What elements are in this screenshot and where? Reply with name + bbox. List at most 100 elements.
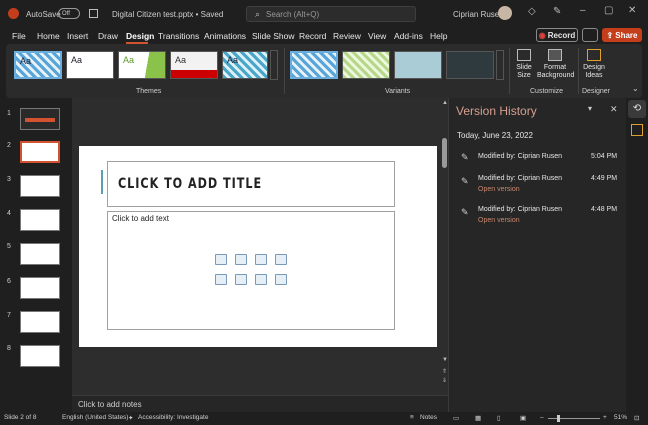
- insert-stock-image-icon[interactable]: [235, 274, 247, 285]
- open-version-link[interactable]: Open version: [478, 217, 520, 224]
- version-modified-by[interactable]: Modified by: Ciprian Rusen: [478, 175, 562, 182]
- theme-thumbnail[interactable]: Aa: [66, 51, 114, 79]
- tab-home[interactable]: Home: [37, 31, 60, 41]
- tab-review[interactable]: Review: [333, 31, 361, 41]
- insert-icon-icon[interactable]: [275, 274, 287, 285]
- slide-size-icon: [517, 49, 531, 61]
- tab-file[interactable]: File: [12, 31, 26, 41]
- tab-view[interactable]: View: [368, 31, 386, 41]
- zoom-in-icon[interactable]: +: [603, 414, 607, 421]
- slide-thumbnail[interactable]: [20, 345, 60, 367]
- notes-toggle[interactable]: Notes: [420, 414, 437, 421]
- version-date: Today, June 23, 2022: [457, 131, 533, 140]
- variant-thumbnail[interactable]: [342, 51, 390, 79]
- record-label: Record: [547, 30, 576, 40]
- title-bar: AutoSave Off Digital Citizen test.pptx •…: [0, 0, 648, 28]
- ribbon-divider: [578, 48, 579, 94]
- slide-thumbnail[interactable]: [20, 141, 60, 163]
- version-history-tab-icon[interactable]: ⟲: [628, 100, 646, 118]
- fit-to-window-icon[interactable]: ⊡: [634, 414, 639, 422]
- tab-slide-show[interactable]: Slide Show: [252, 31, 295, 41]
- avatar[interactable]: [498, 6, 512, 20]
- theme-thumbnail[interactable]: Aa: [170, 51, 218, 79]
- slide-size-button[interactable]: Slide Size: [512, 49, 536, 80]
- tab-draw[interactable]: Draw: [98, 31, 118, 41]
- theme-sample-text: Aa: [123, 55, 135, 65]
- zoom-slider-thumb[interactable]: [557, 415, 560, 422]
- accessibility-icon: ✦: [128, 415, 134, 422]
- document-title[interactable]: Digital Citizen test.pptx • Saved: [112, 10, 223, 19]
- scrollbar-thumb[interactable]: [442, 138, 447, 168]
- format-background-button[interactable]: Format Background: [537, 49, 575, 80]
- record-button[interactable]: ◉ Record: [536, 28, 578, 42]
- slide-thumbnail[interactable]: [20, 311, 60, 333]
- themes-scroll[interactable]: [270, 50, 278, 80]
- slideshow-icon[interactable]: ▣: [520, 414, 526, 422]
- insert-chart-icon[interactable]: [235, 254, 247, 265]
- slide-number: 8: [7, 345, 11, 352]
- tab-help[interactable]: Help: [430, 31, 447, 41]
- theme-thumbnail[interactable]: Aa: [222, 51, 268, 79]
- insert-picture-icon[interactable]: [215, 274, 227, 285]
- slide-sorter-icon[interactable]: ▦: [475, 414, 481, 422]
- tab-transitions[interactable]: Transitions: [158, 31, 199, 41]
- tab-animations[interactable]: Animations: [204, 31, 246, 41]
- tab-add-ins[interactable]: Add-ins: [394, 31, 423, 41]
- accessibility-status[interactable]: Accessibility: Investigate: [138, 414, 208, 421]
- pen-icon[interactable]: ✎: [553, 6, 561, 17]
- designer-tab-icon[interactable]: [631, 124, 643, 136]
- version-modified-by[interactable]: Modified by: Ciprian Rusen: [478, 153, 562, 160]
- previous-slide-icon[interactable]: ⇑: [442, 368, 447, 375]
- theme-thumbnail[interactable]: Aa: [14, 51, 62, 79]
- reading-view-icon[interactable]: ▯: [497, 414, 501, 422]
- content-placeholder[interactable]: Click to add text: [107, 211, 395, 330]
- save-icon[interactable]: [89, 9, 98, 18]
- insert-video-icon[interactable]: [255, 274, 267, 285]
- slide-number: 2: [7, 142, 11, 149]
- insert-3d-model-icon[interactable]: [275, 254, 287, 265]
- format-background-label: Format Background: [537, 64, 575, 79]
- maximize-icon[interactable]: ▢: [604, 5, 613, 16]
- right-side-toolbar: ⟲: [626, 98, 648, 412]
- diamond-icon[interactable]: ◇: [528, 6, 536, 17]
- zoom-out-icon[interactable]: –: [540, 414, 544, 421]
- open-version-link[interactable]: Open version: [478, 186, 520, 193]
- zoom-slider[interactable]: [548, 418, 600, 419]
- variant-thumbnail[interactable]: [394, 51, 442, 79]
- minimize-icon[interactable]: –: [580, 5, 586, 16]
- pane-options-icon[interactable]: ▾: [588, 104, 592, 113]
- normal-view-icon[interactable]: ▭: [453, 414, 459, 422]
- slide-thumbnail[interactable]: [20, 243, 60, 265]
- slide-thumbnail[interactable]: [20, 209, 60, 231]
- variants-scroll[interactable]: [496, 50, 504, 80]
- tab-record[interactable]: Record: [299, 31, 326, 41]
- notes-pane[interactable]: Click to add notes: [72, 395, 448, 412]
- comments-button[interactable]: [582, 28, 598, 42]
- zoom-level[interactable]: 51%: [614, 414, 627, 421]
- search-input[interactable]: ⌕ Search (Alt+Q): [246, 6, 416, 22]
- design-ideas-button[interactable]: Design Ideas: [582, 49, 606, 80]
- language-status[interactable]: English (United States): [62, 414, 128, 421]
- tab-design[interactable]: Design: [126, 31, 154, 41]
- insert-table-icon[interactable]: [215, 254, 227, 265]
- pencil-icon: ✎: [461, 207, 469, 217]
- autosave-toggle[interactable]: Off: [58, 8, 80, 19]
- version-time: 4:48 PM: [591, 206, 618, 213]
- slide-thumbnail[interactable]: [20, 108, 60, 130]
- close-icon[interactable]: ✕: [628, 5, 636, 16]
- theme-thumbnail[interactable]: Aa: [118, 51, 166, 79]
- insert-smartart-icon[interactable]: [255, 254, 267, 265]
- version-history-title: Version History: [456, 104, 537, 118]
- version-modified-by[interactable]: Modified by: Ciprian Rusen: [478, 206, 562, 213]
- title-placeholder[interactable]: CLICK TO ADD TITLE: [107, 161, 395, 207]
- share-button[interactable]: ⇪ Share: [602, 28, 642, 42]
- theme-sample-text: Aa: [20, 56, 32, 66]
- tab-insert[interactable]: Insert: [67, 31, 88, 41]
- next-slide-icon[interactable]: ⇓: [442, 377, 447, 384]
- close-pane-icon[interactable]: ✕: [610, 104, 618, 115]
- variant-thumbnail[interactable]: [290, 51, 338, 79]
- collapse-ribbon-icon[interactable]: ⌄: [632, 84, 639, 93]
- slide-thumbnail[interactable]: [20, 277, 60, 299]
- variant-thumbnail[interactable]: [446, 51, 494, 79]
- slide-thumbnail[interactable]: [20, 175, 60, 197]
